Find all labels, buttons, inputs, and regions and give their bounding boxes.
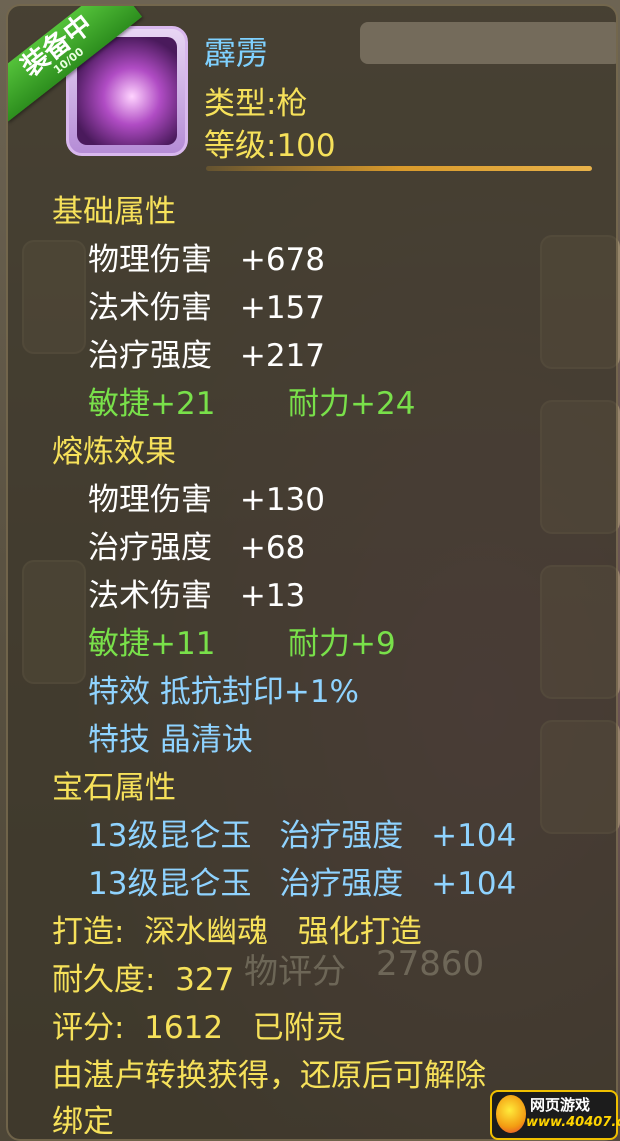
item-type: 类型:枪 [204,86,308,122]
stamina-bonus: 耐力+9 [288,626,396,662]
background-score-label: 物评分 [244,952,346,992]
attr-value: +130 [239,482,326,518]
attr-label: 法术伤害 [88,578,212,614]
watermark-url: www.40407.com [526,1115,620,1130]
gem-attr: 治疗强度 [279,866,404,902]
refine-attr-row: 法术伤害 +13 [88,570,305,615]
durability-info: 耐久度: 327 [52,962,235,998]
item-tooltip-panel: 装备中 10/00 霹雳 类型:枪 等级:100 物评分 27860 基础属性 … [6,4,618,1141]
base-attr-row: 法术伤害 +157 [88,282,325,327]
item-name: 霹雳 [204,34,269,72]
refine-attr-row: 物理伤害 +130 [88,474,325,519]
base-attributes-title: 基础属性 [52,194,176,230]
attr-value: +217 [239,338,326,374]
forge-info: 打造: 深水幽魂 强化打造 [52,914,422,950]
special-skill: 特技 晶清诀 [88,722,253,758]
agility-bonus: 敏捷+21 [88,386,216,422]
gem-name: 13级昆仑玉 [88,818,252,854]
score-info: 评分: 1612 已附灵 [52,1010,346,1046]
attr-label: 法术伤害 [88,290,212,326]
attr-label: 治疗强度 [88,530,212,566]
background-input-bar [360,22,616,64]
attr-value: +678 [239,242,326,278]
item-level: 等级:100 [204,128,336,164]
bind-note-line2: 绑定 [52,1104,114,1134]
attr-label: 物理伤害 [88,482,212,518]
gem-name: 13级昆仑玉 [88,866,252,902]
stamina-bonus: 耐力+24 [288,386,416,422]
refine-effects-title: 熔炼效果 [52,434,176,470]
attr-value: +68 [239,530,306,566]
gem-row: 13级昆仑玉 治疗强度 +104 [88,858,516,903]
header-divider [206,166,592,171]
gem-value: +104 [431,866,517,902]
bind-note-line1: 由湛卢转换获得，还原后可解除 [52,1058,486,1094]
attr-value: +13 [239,578,306,614]
special-effect: 特效 抵抗封印+1% [88,674,360,710]
mascot-icon [496,1095,526,1133]
attr-value: +157 [239,290,326,326]
gem-value: +104 [431,818,517,854]
refine-extra-row: 敏捷+11 耐力+9 [88,618,608,663]
watermark-top: 网页游戏 [530,1096,591,1114]
base-extra-row: 敏捷+21 耐力+24 [88,378,608,423]
site-watermark: 网页游戏 www.40407.com [490,1090,620,1140]
gem-row: 13级昆仑玉 治疗强度 +104 [88,810,516,855]
agility-bonus: 敏捷+11 [88,626,216,662]
base-attr-row: 治疗强度 +217 [88,330,325,375]
gem-attributes-title: 宝石属性 [52,770,176,806]
gem-attr: 治疗强度 [279,818,404,854]
refine-attr-row: 治疗强度 +68 [88,522,305,567]
attr-label: 治疗强度 [88,338,212,374]
attr-label: 物理伤害 [88,242,212,278]
base-attr-row: 物理伤害 +678 [88,234,325,279]
